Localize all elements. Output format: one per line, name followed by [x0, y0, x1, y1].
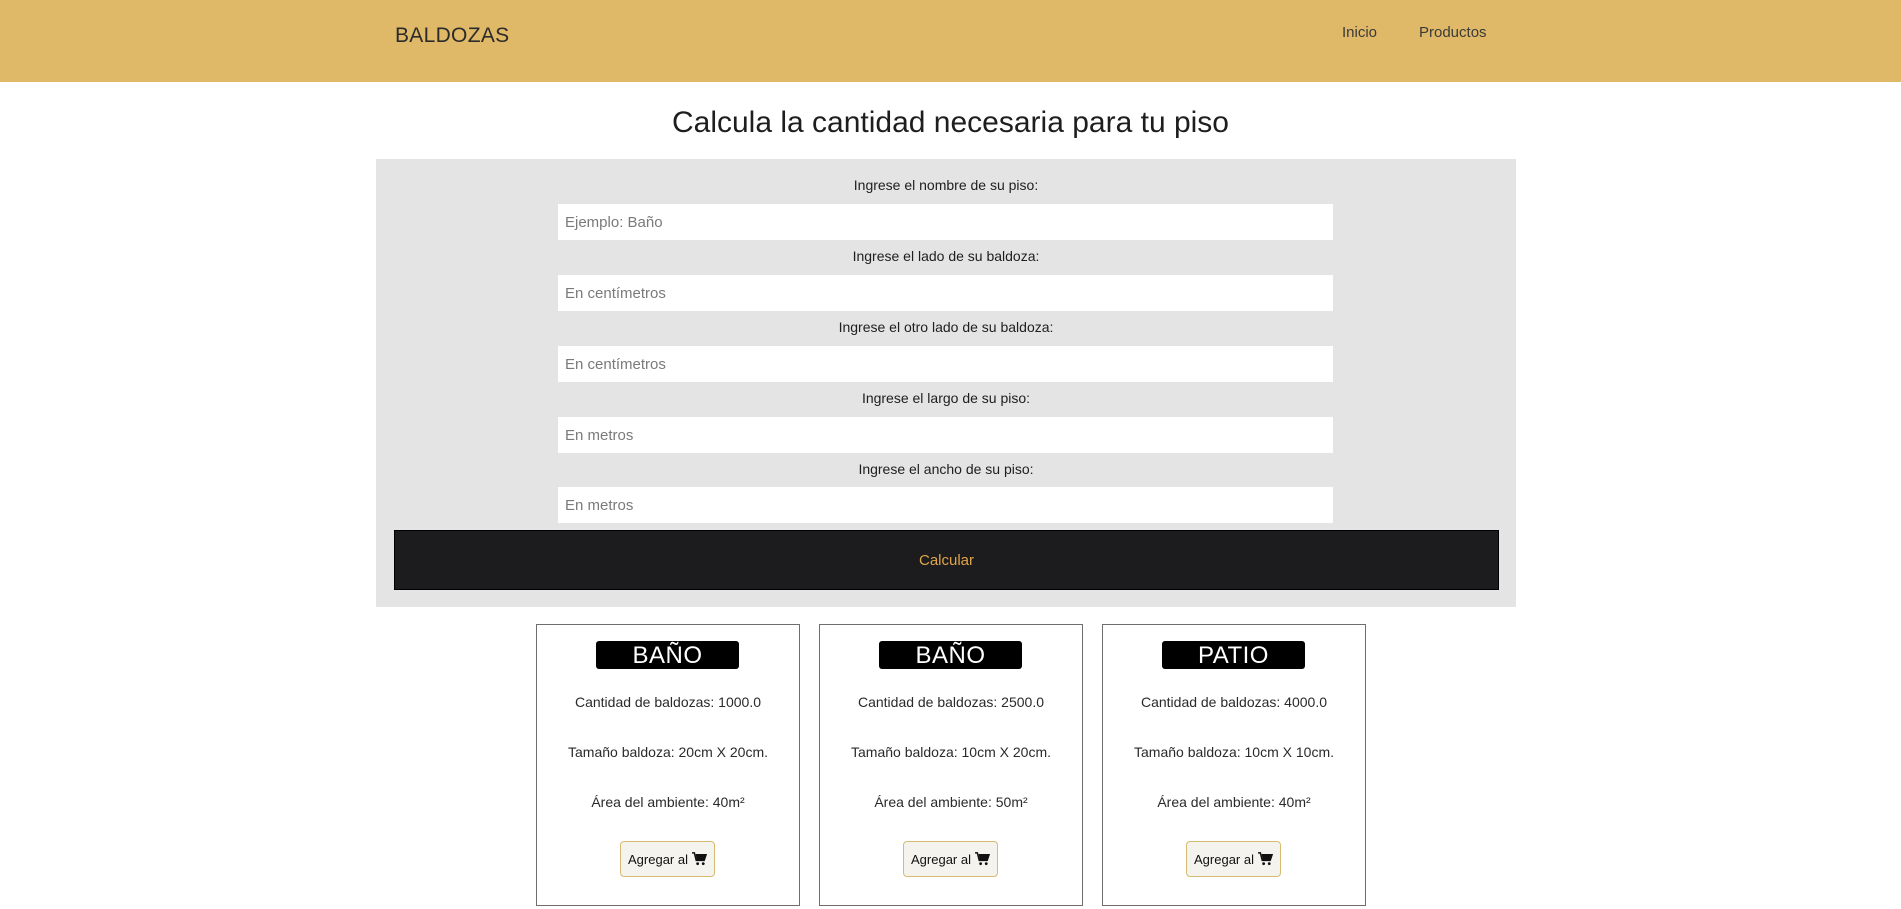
shopping-cart-icon: [975, 852, 990, 866]
add-to-cart-label: Agregar al: [1194, 851, 1254, 867]
card-title: BAÑO: [879, 641, 1022, 669]
card-tile-size: Tamaño baldoza: 20cm X 20cm.: [568, 744, 768, 760]
floor-width-input[interactable]: [558, 487, 1333, 523]
card-area: Área del ambiente: 40m²: [1157, 794, 1311, 810]
tile-other-side-label: Ingrese el otro lado de su baldoza:: [838, 319, 1054, 335]
calcular-button[interactable]: Calcular: [394, 530, 1499, 590]
add-to-cart-button[interactable]: Agregar al: [1186, 841, 1281, 877]
tile-other-side-input[interactable]: [558, 346, 1333, 382]
navbar: BALDOZAS Inicio Productos: [0, 0, 1901, 82]
card-tile-size: Tamaño baldoza: 10cm X 20cm.: [851, 744, 1051, 760]
card-area: Área del ambiente: 40m²: [591, 794, 745, 810]
result-card: BAÑO Cantidad de baldozas: 1000.0 Tamaño…: [536, 624, 800, 906]
card-tile-quantity: Cantidad de baldozas: 4000.0: [1140, 694, 1328, 710]
floor-length-input[interactable]: [558, 417, 1333, 453]
add-to-cart-label: Agregar al: [911, 851, 971, 867]
card-tile-size: Tamaño baldoza: 10cm X 10cm.: [1134, 744, 1334, 760]
shopping-cart-icon: [692, 852, 707, 866]
card-title: PATIO: [1162, 641, 1305, 669]
calculator-form: Ingrese el nombre de su piso: Ingrese el…: [376, 159, 1516, 607]
floor-length-label: Ingrese el largo de su piso:: [861, 390, 1031, 406]
tile-side-label: Ingrese el lado de su baldoza:: [852, 248, 1040, 264]
nav-link-productos[interactable]: Productos: [1419, 24, 1487, 41]
tile-side-input[interactable]: [558, 275, 1333, 311]
nav-link-inicio[interactable]: Inicio: [1342, 24, 1377, 41]
shopping-cart-icon: [1258, 852, 1273, 866]
add-to-cart-button[interactable]: Agregar al: [620, 841, 715, 877]
result-card: PATIO Cantidad de baldozas: 4000.0 Tamañ…: [1102, 624, 1366, 906]
add-to-cart-button[interactable]: Agregar al: [903, 841, 998, 877]
floor-width-label: Ingrese el ancho de su piso:: [858, 461, 1034, 477]
card-tile-quantity: Cantidad de baldozas: 2500.0: [857, 694, 1045, 710]
floor-name-input[interactable]: [558, 204, 1333, 240]
card-tile-quantity: Cantidad de baldozas: 1000.0: [574, 694, 762, 710]
floor-name-label: Ingrese el nombre de su piso:: [853, 177, 1039, 193]
page-title: Calcula la cantidad necesaria para tu pi…: [671, 106, 1229, 139]
card-area: Área del ambiente: 50m²: [874, 794, 1028, 810]
brand-logo[interactable]: BALDOZAS: [395, 24, 509, 48]
add-to-cart-label: Agregar al: [628, 851, 688, 867]
card-title: BAÑO: [596, 641, 739, 669]
result-card: BAÑO Cantidad de baldozas: 2500.0 Tamaño…: [819, 624, 1083, 906]
